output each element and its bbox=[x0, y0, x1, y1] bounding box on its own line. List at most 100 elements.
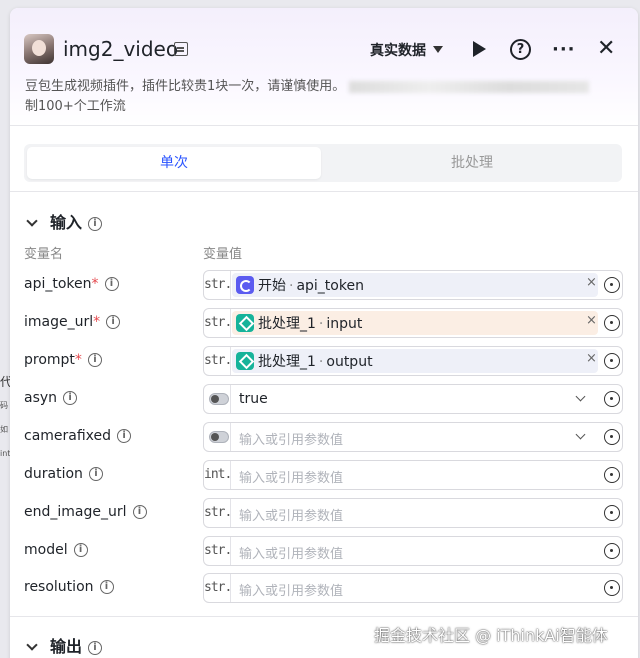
info-icon[interactable]: i bbox=[132, 505, 147, 519]
reference-text: 批处理_1 · input bbox=[258, 313, 362, 333]
toggle-icon[interactable] bbox=[209, 431, 229, 443]
clear-icon[interactable]: × bbox=[586, 351, 597, 366]
param-label: api_token* i bbox=[24, 276, 119, 292]
param-value-input[interactable]: str. 输入或引用参数值 bbox=[203, 536, 623, 566]
col-header-name: 变量名 bbox=[24, 247, 64, 262]
close-icon[interactable]: ✕ bbox=[597, 36, 615, 61]
param-row-model: model i str. 输入或引用参数值 bbox=[10, 536, 638, 566]
type-badge: str. bbox=[204, 271, 232, 299]
input-section-title: 输入 bbox=[50, 213, 83, 232]
placeholder-text: 输入或引用参数值 bbox=[239, 584, 344, 599]
reference-chip[interactable]: 开始 · api_token bbox=[232, 273, 598, 297]
ref-field-name: api_token bbox=[296, 278, 364, 294]
info-icon[interactable]: i bbox=[63, 391, 78, 405]
target-icon[interactable] bbox=[604, 543, 620, 559]
param-row-image-url: image_url* i str. 批处理_1 · input × bbox=[10, 308, 638, 338]
blurred-text bbox=[349, 80, 590, 93]
tab-batch[interactable]: 批处理 bbox=[325, 147, 619, 179]
param-value-select[interactable]: 输入或引用参数值 bbox=[203, 422, 623, 452]
param-row-camerafixed: camerafixed i 输入或引用参数值 bbox=[10, 422, 638, 452]
param-value-select[interactable]: true bbox=[203, 384, 623, 414]
node-description: 豆包生成视频插件，插件比较贵1块一次，请谨慎使用。 制100+个工作流 bbox=[25, 77, 625, 117]
ref-node-name: 开始 bbox=[258, 278, 286, 294]
reference-text: 批处理_1 · output bbox=[258, 351, 373, 371]
param-value-field[interactable]: str. 开始 · api_token × bbox=[203, 270, 623, 300]
type-badge: str. bbox=[204, 499, 232, 527]
reference-chip[interactable]: 批处理_1 · output bbox=[232, 349, 598, 373]
output-section-header[interactable]: 输出 i bbox=[24, 633, 103, 657]
tab-single[interactable]: 单次 bbox=[27, 147, 321, 179]
info-icon[interactable]: i bbox=[117, 429, 132, 443]
target-icon[interactable] bbox=[604, 467, 620, 483]
ref-field-name: output bbox=[326, 354, 373, 370]
target-icon[interactable] bbox=[604, 391, 620, 407]
info-icon[interactable]: i bbox=[88, 216, 103, 231]
target-icon[interactable] bbox=[604, 353, 620, 369]
target-icon[interactable] bbox=[604, 505, 620, 521]
param-value-input[interactable]: int. 输入或引用参数值 bbox=[203, 460, 623, 490]
info-icon[interactable]: i bbox=[88, 640, 103, 655]
info-icon[interactable]: i bbox=[87, 353, 102, 367]
param-label: prompt* i bbox=[24, 352, 102, 368]
title-doc-icon[interactable] bbox=[174, 42, 188, 56]
param-row-asyn: asyn i true bbox=[10, 384, 638, 414]
reference-chip[interactable]: 批处理_1 · input bbox=[232, 311, 598, 335]
param-value-input[interactable]: str. 输入或引用参数值 bbox=[203, 573, 623, 603]
input-section-header[interactable]: 输入 i bbox=[24, 209, 103, 233]
info-icon[interactable]: i bbox=[106, 315, 121, 329]
col-header-value: 变量值 bbox=[203, 247, 243, 262]
more-icon[interactable]: ··· bbox=[552, 39, 576, 60]
type-badge: str. bbox=[204, 309, 232, 337]
panel-header: img2_video 真实数据 ? ··· ✕ 豆包生成视频插件，插件比较贵1块… bbox=[10, 8, 638, 126]
type-badge: int. bbox=[204, 461, 232, 489]
node-title[interactable]: img2_video bbox=[63, 37, 178, 61]
divider bbox=[10, 616, 638, 617]
clear-icon[interactable]: × bbox=[586, 275, 597, 290]
selected-value: true bbox=[239, 391, 268, 407]
ref-separator: · bbox=[318, 354, 324, 370]
info-icon[interactable]: i bbox=[88, 467, 103, 481]
type-badge: str. bbox=[204, 347, 232, 375]
param-label: model i bbox=[24, 542, 88, 558]
caret-down-icon[interactable] bbox=[433, 46, 443, 53]
param-name: image_url bbox=[24, 314, 94, 330]
target-icon[interactable] bbox=[604, 315, 620, 331]
ref-separator: · bbox=[289, 278, 294, 294]
chevron-down-icon[interactable] bbox=[26, 639, 38, 651]
param-name: duration bbox=[24, 466, 83, 482]
param-row-prompt: prompt* i str. 批处理_1 · output × bbox=[10, 346, 638, 376]
chevron-down-icon[interactable] bbox=[575, 429, 586, 440]
chevron-down-icon[interactable] bbox=[26, 215, 38, 227]
help-icon[interactable]: ? bbox=[510, 39, 531, 60]
param-value-field[interactable]: str. 批处理_1 · output × bbox=[203, 346, 623, 376]
target-icon[interactable] bbox=[604, 277, 620, 293]
placeholder-text: 输入或引用参数值 bbox=[239, 433, 344, 448]
info-icon[interactable]: i bbox=[73, 543, 88, 557]
param-label: resolution i bbox=[24, 579, 114, 595]
param-value-field[interactable]: str. 批处理_1 · input × bbox=[203, 308, 623, 338]
info-icon[interactable]: i bbox=[104, 277, 119, 291]
description-line1: 豆包生成视频插件，插件比较贵1块一次，请谨慎使用。 bbox=[25, 79, 346, 94]
param-name: model bbox=[24, 542, 68, 558]
data-mode-select[interactable]: 真实数据 bbox=[370, 40, 426, 60]
start-node-icon bbox=[236, 276, 254, 294]
watermark: 掘金技术社区 @ iThinkAi智能体 bbox=[374, 626, 608, 645]
target-icon[interactable] bbox=[604, 429, 620, 445]
ref-field-name: input bbox=[326, 316, 363, 332]
info-icon[interactable]: i bbox=[99, 580, 114, 594]
toggle-icon[interactable] bbox=[209, 393, 229, 405]
param-label: end_image_url i bbox=[24, 504, 147, 520]
param-name: end_image_url bbox=[24, 504, 127, 520]
clear-icon[interactable]: × bbox=[586, 313, 597, 328]
placeholder-text: 输入或引用参数值 bbox=[239, 509, 344, 524]
target-icon[interactable] bbox=[604, 580, 620, 596]
param-value-input[interactable]: str. 输入或引用参数值 bbox=[203, 498, 623, 528]
param-label: camerafixed i bbox=[24, 428, 132, 444]
plugin-avatar bbox=[24, 34, 54, 64]
param-row-api-token: api_token* i str. 开始 · api_token × bbox=[10, 270, 638, 300]
param-label: duration i bbox=[24, 466, 103, 482]
play-icon[interactable] bbox=[473, 41, 486, 57]
chevron-down-icon[interactable] bbox=[575, 391, 586, 402]
type-badge: str. bbox=[204, 574, 232, 602]
param-label: image_url* i bbox=[24, 314, 121, 330]
